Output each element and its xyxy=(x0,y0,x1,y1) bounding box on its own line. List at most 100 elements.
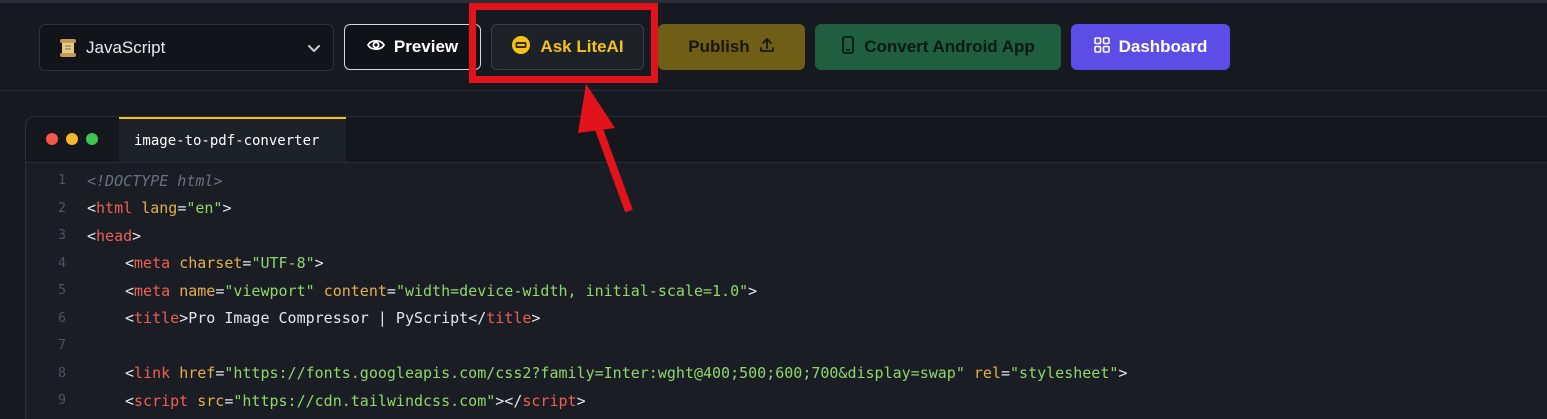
line-number: 2 xyxy=(58,200,66,216)
code-text: <!DOCTYPE html> xyxy=(87,172,222,190)
code-token: lang xyxy=(141,199,178,218)
code-token: = xyxy=(177,199,187,218)
ask-liteai-button[interactable]: Ask LiteAI xyxy=(491,24,644,70)
convert-android-app-button[interactable]: Convert Android App xyxy=(815,24,1061,70)
dashboard-label: Dashboard xyxy=(1118,37,1208,56)
window-close-dot xyxy=(46,133,58,145)
code-token: title xyxy=(134,309,180,328)
line-number: 9 xyxy=(58,393,66,409)
code-token: < xyxy=(125,391,135,410)
line-number: 8 xyxy=(58,365,66,381)
window-maximize-dot xyxy=(86,133,98,145)
code-line: 1 <!DOCTYPE html> xyxy=(26,167,1547,195)
code-token: link xyxy=(134,364,171,383)
code-text: <meta charset="UTF-8"> xyxy=(87,254,324,272)
code-text: <title>Pro Image Compressor | PyScript</… xyxy=(87,309,540,327)
code-token: = xyxy=(1001,364,1011,383)
ai-chip-icon xyxy=(511,35,531,60)
code-token: "en" xyxy=(186,199,223,218)
code-token: "stylesheet" xyxy=(1010,364,1119,383)
code-token: < xyxy=(87,199,97,218)
preview-label: Preview xyxy=(393,37,459,56)
ask-liteai-label: Ask LiteAI xyxy=(540,37,624,56)
code-token: > xyxy=(531,309,541,328)
code-token: title xyxy=(486,309,532,328)
code-token: < xyxy=(125,309,135,328)
preview-button[interactable]: Preview xyxy=(344,24,481,70)
scroll-icon xyxy=(59,38,77,58)
code-line: 6 <title>Pro Image Compressor | PyScript<… xyxy=(26,305,1547,333)
code-text: <script src="https://cdn.tailwindcss.com… xyxy=(87,392,586,410)
file-tab[interactable]: image-to-pdf-converter xyxy=(119,117,346,162)
app-root: JavaScript Preview Ask LiteAI Publish Co… xyxy=(0,0,1547,419)
code-text: <meta name="viewport" content="width=dev… xyxy=(87,282,757,300)
publish-label: Publish xyxy=(688,37,750,56)
publish-button[interactable]: Publish xyxy=(658,24,805,70)
toolbar: JavaScript Preview Ask LiteAI Publish Co… xyxy=(0,3,1547,91)
code-token: "width=device-width, initial-scale=1.0" xyxy=(395,281,749,300)
code-text: <head> xyxy=(87,227,141,245)
language-select-value: JavaScript xyxy=(86,37,166,57)
code-line: 4 <meta charset="UTF-8"> xyxy=(26,250,1547,278)
line-number: 7 xyxy=(58,338,66,354)
code-token: ></ xyxy=(495,391,523,410)
code-token: "https://fonts.googleapis.com/css2?famil… xyxy=(224,364,965,383)
window-minimize-dot xyxy=(66,133,78,145)
code-token: content xyxy=(323,281,387,300)
line-number: 3 xyxy=(58,228,66,244)
chevron-down-icon xyxy=(307,40,321,54)
convert-android-app-label: Convert Android App xyxy=(864,37,1035,56)
code-token: = xyxy=(215,364,225,383)
code-token: meta xyxy=(134,281,171,300)
code-token: "https://cdn.tailwindcss.com" xyxy=(233,391,496,410)
code-token: </ xyxy=(468,309,487,328)
code-token: < xyxy=(125,364,135,383)
code-line: 7 xyxy=(26,332,1547,360)
code-token: href xyxy=(179,364,216,383)
dashboard-button[interactable]: Dashboard xyxy=(1071,24,1230,70)
code-token: > xyxy=(314,254,324,273)
code-token: "viewport" xyxy=(224,281,315,300)
code-token: > xyxy=(179,309,189,328)
code-token: "UTF-8" xyxy=(251,254,315,273)
code-token: <!DOCTYPE html> xyxy=(87,171,223,190)
code-token: script xyxy=(522,391,577,410)
code-area[interactable]: 1 <!DOCTYPE html> 2 <html lang="en"> 3 <head>… xyxy=(26,167,1547,415)
smartphone-icon xyxy=(841,35,855,59)
file-tab-label: image-to-pdf-converter xyxy=(134,132,320,149)
eye-icon xyxy=(366,37,385,57)
code-token: html xyxy=(96,199,133,218)
code-text: <link href="https://fonts.googleapis.com… xyxy=(87,364,1127,382)
code-line: 8 <link href="https://fonts.googleapis.co… xyxy=(26,360,1547,388)
language-select[interactable]: JavaScript xyxy=(39,24,334,71)
grid-icon xyxy=(1093,36,1110,58)
code-token: > xyxy=(748,281,758,300)
code-line: 5 <meta name="viewport" content="width=de… xyxy=(26,277,1547,305)
code-token: > xyxy=(222,199,232,218)
line-number: 4 xyxy=(58,255,66,271)
code-token: > xyxy=(576,391,586,410)
code-line: 3 <head> xyxy=(26,222,1547,250)
code-token: head xyxy=(96,226,133,245)
code-token: < xyxy=(125,254,135,273)
code-token: Pro Image Compressor | PyScript xyxy=(188,309,469,328)
code-line: 2 <html lang="en"> xyxy=(26,195,1547,223)
code-token: < xyxy=(125,281,135,300)
code-token: script xyxy=(134,391,189,410)
code-line: 9 <script src="https://cdn.tailwindcss.co… xyxy=(26,387,1547,415)
code-token: charset xyxy=(179,254,243,273)
code-editor: image-to-pdf-converter 1 <!DOCTYPE html> 2… xyxy=(25,116,1547,419)
code-token: = xyxy=(215,281,225,300)
code-token: < xyxy=(87,226,97,245)
code-token: = xyxy=(386,281,396,300)
code-token: src xyxy=(197,391,225,410)
code-token: > xyxy=(1118,364,1128,383)
code-token: rel xyxy=(973,364,1001,383)
code-token: meta xyxy=(134,254,171,273)
